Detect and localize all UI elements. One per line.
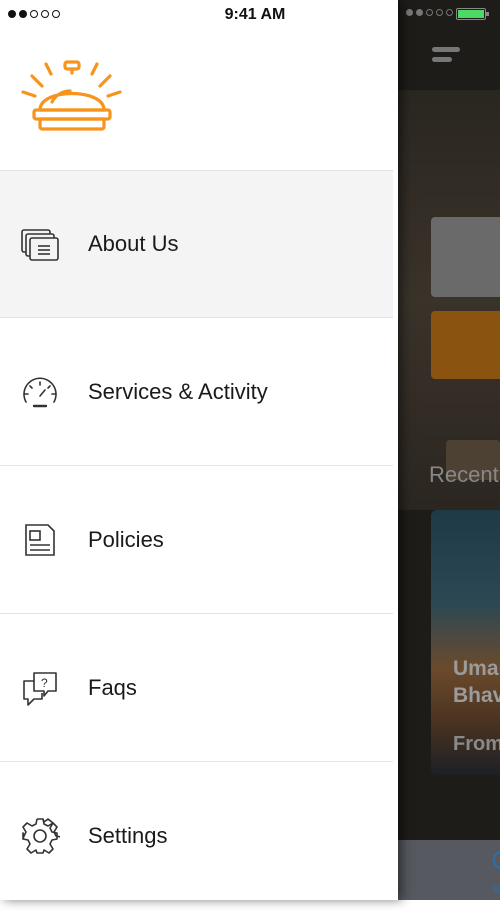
menu-item-policies[interactable]: Policies	[0, 466, 393, 614]
side-drawer: 9:41 AM About Us Services & Activity Pol…	[0, 0, 398, 900]
background-tab-bar	[398, 840, 500, 900]
background-orange-button[interactable]	[431, 311, 500, 379]
question-chat-icon: ?	[19, 667, 61, 709]
menu-item-services-activity[interactable]: Services & Activity	[0, 318, 393, 466]
recent-section-heading: Recent	[429, 462, 499, 487]
hotel-service-bell-icon	[20, 58, 124, 141]
menu-item-settings[interactable]: Settings	[0, 762, 393, 910]
svg-text:?: ?	[41, 676, 48, 690]
cards-icon	[19, 223, 61, 265]
hotel-card-title: Uma Bhav	[453, 657, 500, 707]
tab-label: S	[493, 885, 500, 896]
menu-item-label: Services & Activity	[88, 378, 268, 404]
background-gray-button[interactable]	[431, 217, 500, 297]
menu-item-about-us[interactable]: About Us	[0, 170, 393, 318]
speedometer-icon	[19, 371, 61, 413]
gear-icon	[19, 815, 61, 857]
drawer-menu: About Us Services & Activity Policies ? …	[0, 170, 393, 910]
hamburger-menu-icon[interactable]	[432, 47, 460, 67]
menu-item-label: About Us	[88, 231, 179, 256]
document-icon	[19, 519, 61, 561]
menu-item-label: Settings	[88, 823, 168, 848]
menu-item-label: Policies	[88, 526, 164, 552]
menu-item-faqs[interactable]: ? Faqs	[0, 614, 393, 762]
background-app-screen[interactable]: Recent Uma Bhav From S	[398, 0, 500, 900]
status-bar: 9:41 AM	[0, 0, 398, 30]
menu-item-label: Faqs	[88, 674, 137, 700]
hotel-card-price-prefix: From	[453, 733, 500, 755]
status-time: 9:41 AM	[224, 6, 286, 23]
